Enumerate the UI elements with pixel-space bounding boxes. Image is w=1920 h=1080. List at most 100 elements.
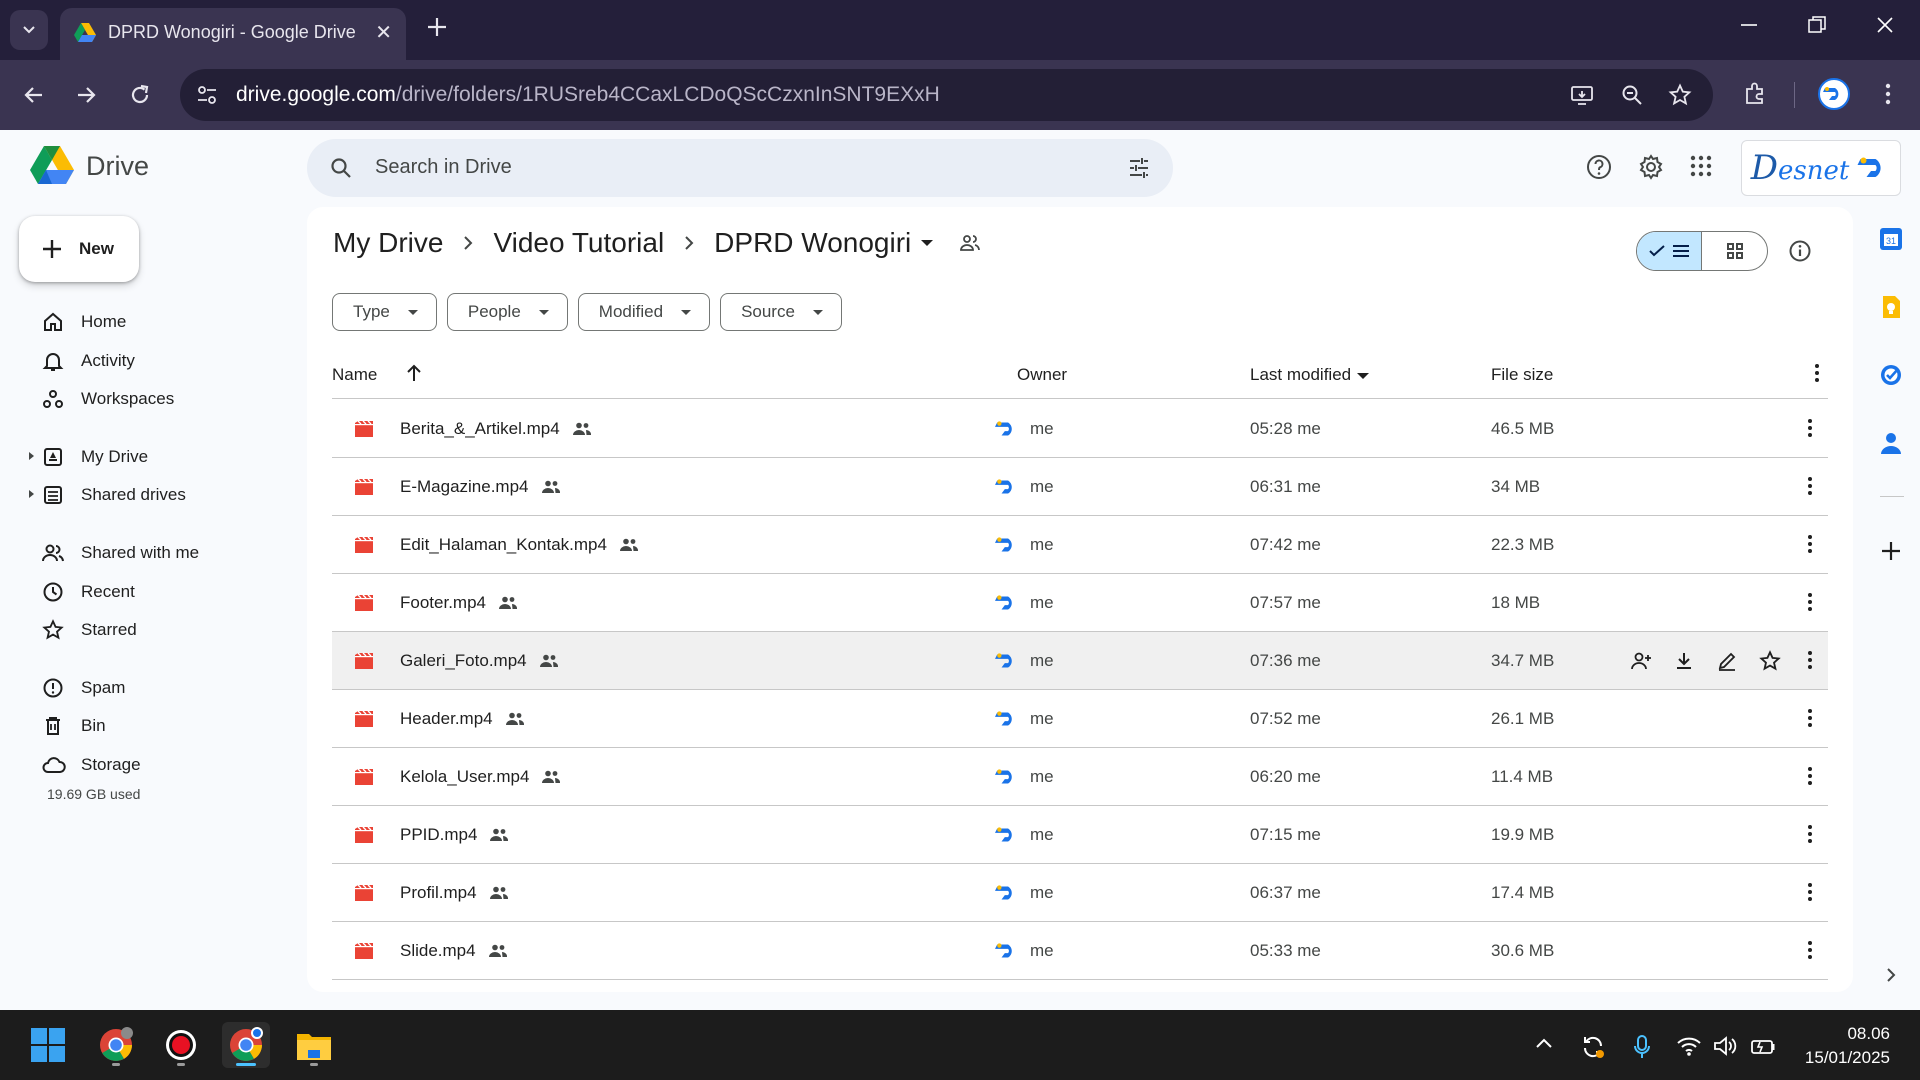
taskbar-file-explorer[interactable] (290, 1022, 338, 1068)
sort-ascending-icon[interactable] (405, 363, 423, 383)
shared-folder-icon[interactable] (959, 233, 981, 253)
more-vert-icon[interactable] (1813, 363, 1821, 383)
drive-logo[interactable]: Drive (30, 146, 149, 186)
get-addons-icon[interactable] (1878, 538, 1904, 564)
filter-type[interactable]: Type (332, 293, 437, 331)
new-tab-icon[interactable] (424, 14, 450, 40)
tasks-icon[interactable] (1878, 362, 1904, 388)
sidebar-item-starred[interactable]: Starred (0, 611, 290, 647)
help-icon[interactable] (1586, 154, 1612, 180)
sidebar-item-storage[interactable]: Storage (0, 746, 290, 782)
address-bar[interactable]: drive.google.com/drive/folders/1RUSreb4C… (180, 69, 1713, 121)
file-name[interactable]: PPID.mp4 (400, 825, 509, 845)
file-name[interactable]: Header.mp4 (400, 709, 525, 729)
table-row[interactable]: E-Magazine.mp4 me 06:31 me 34 MB (332, 458, 1828, 516)
contacts-icon[interactable] (1878, 430, 1904, 456)
more-vert-icon[interactable] (1806, 766, 1814, 786)
profile-avatar[interactable] (1818, 78, 1850, 110)
install-app-icon[interactable] (1570, 83, 1594, 107)
browser-menu-icon[interactable] (1876, 81, 1900, 107)
bookmark-star-icon[interactable] (1668, 83, 1692, 107)
settings-gear-icon[interactable] (1638, 154, 1664, 180)
more-vert-icon[interactable] (1806, 650, 1814, 670)
more-vert-icon[interactable] (1806, 592, 1814, 612)
file-name[interactable]: Edit_Halaman_Kontak.mp4 (400, 535, 639, 555)
keep-icon[interactable] (1878, 294, 1904, 320)
file-name[interactable]: Galeri_Foto.mp4 (400, 651, 559, 671)
sidebar-item-spam[interactable]: Spam (0, 669, 290, 705)
taskbar-recorder[interactable] (157, 1022, 205, 1068)
more-vert-icon[interactable] (1806, 418, 1814, 438)
file-name[interactable]: Profil.mp4 (400, 883, 509, 903)
download-icon[interactable] (1673, 650, 1695, 672)
share-person-add-icon[interactable] (1630, 650, 1652, 672)
back-icon[interactable] (22, 83, 46, 107)
grid-view-button[interactable] (1702, 232, 1767, 270)
folder-menu-caret-icon[interactable] (921, 240, 934, 246)
close-tab-icon[interactable]: ✕ (375, 20, 392, 45)
info-icon[interactable] (1788, 239, 1812, 263)
table-row[interactable]: Edit_Halaman_Kontak.mp4 me 07:42 me 22.3 MB (332, 516, 1828, 574)
system-clock[interactable]: 08.06 15/01/2025 (1798, 1022, 1890, 1070)
filter-modified[interactable]: Modified (577, 293, 711, 331)
sidebar-item-recent[interactable]: Recent (0, 573, 290, 609)
filter-source[interactable]: Source (720, 293, 842, 331)
reload-icon[interactable] (128, 83, 152, 107)
start-button[interactable] (24, 1022, 72, 1068)
sidebar-item-home[interactable]: Home (0, 303, 290, 339)
battery-icon[interactable] (1750, 1034, 1776, 1058)
forward-icon[interactable] (74, 83, 98, 107)
expand-panel-chevron-icon[interactable] (1878, 965, 1904, 985)
breadcrumb-video-tutorial[interactable]: Video Tutorial (493, 227, 664, 259)
search-input[interactable] (375, 156, 1075, 179)
more-vert-icon[interactable] (1806, 940, 1814, 960)
more-vert-icon[interactable] (1806, 476, 1814, 496)
search-bar[interactable] (307, 139, 1173, 197)
sidebar-item-my-drive[interactable]: My Drive (0, 438, 290, 474)
table-row[interactable]: Galeri_Foto.mp4 me 07:36 me 34.7 MB (332, 632, 1828, 690)
file-name[interactable]: Kelola_User.mp4 (400, 767, 561, 787)
volume-icon[interactable] (1712, 1034, 1738, 1058)
column-name[interactable]: Name (332, 365, 377, 385)
filter-people[interactable]: People (446, 293, 568, 331)
new-button[interactable]: New (19, 216, 139, 282)
microphone-icon[interactable] (1632, 1034, 1652, 1060)
breadcrumb-current-folder[interactable]: DPRD Wonogiri (714, 227, 911, 259)
expand-caret-icon[interactable] (29, 490, 34, 498)
sidebar-item-workspaces[interactable]: Workspaces (0, 380, 290, 416)
search-icon[interactable] (329, 156, 353, 180)
table-row[interactable]: Kelola_User.mp4 me 06:20 me 11.4 MB (332, 748, 1828, 806)
table-row[interactable]: Slide.mp4 me 05:33 me 30.6 MB (332, 922, 1828, 980)
minimize-icon[interactable] (1738, 14, 1760, 36)
tab-search-button[interactable] (10, 10, 48, 50)
file-name[interactable]: Berita_&_Artikel.mp4 (400, 419, 592, 439)
taskbar-chrome-1[interactable] (92, 1022, 140, 1068)
extensions-icon[interactable] (1742, 81, 1768, 107)
table-row[interactable]: Berita_&_Artikel.mp4 me 05:28 me 46.5 MB (332, 400, 1828, 458)
wifi-icon[interactable] (1676, 1034, 1702, 1058)
rename-pencil-icon[interactable] (1716, 650, 1738, 672)
sidebar-item-shared-with-me[interactable]: Shared with me (0, 534, 290, 570)
list-view-button[interactable] (1637, 232, 1702, 270)
site-info-icon[interactable] (196, 84, 218, 106)
restore-icon[interactable] (1806, 14, 1828, 36)
sidebar-item-shared-drives[interactable]: Shared drives (0, 476, 290, 512)
column-owner[interactable]: Owner (1017, 365, 1067, 385)
table-row[interactable]: Footer.mp4 me 07:57 me 18 MB (332, 574, 1828, 632)
column-last-modified[interactable]: Last modified (1250, 365, 1370, 385)
taskbar-chrome-2[interactable] (222, 1022, 270, 1068)
search-options-icon[interactable] (1127, 156, 1151, 180)
more-vert-icon[interactable] (1806, 708, 1814, 728)
sync-icon[interactable] (1580, 1034, 1606, 1060)
chevron-up-icon[interactable] (1534, 1034, 1554, 1054)
sidebar-item-activity[interactable]: Activity (0, 342, 290, 378)
file-name[interactable]: Footer.mp4 (400, 593, 518, 613)
more-vert-icon[interactable] (1806, 534, 1814, 554)
zoom-icon[interactable] (1620, 83, 1644, 107)
column-file-size[interactable]: File size (1491, 365, 1553, 385)
sidebar-item-bin[interactable]: Bin (0, 707, 290, 743)
more-vert-icon[interactable] (1806, 824, 1814, 844)
apps-grid-icon[interactable] (1689, 154, 1713, 178)
close-window-icon[interactable] (1874, 14, 1896, 36)
star-icon[interactable] (1759, 650, 1781, 672)
